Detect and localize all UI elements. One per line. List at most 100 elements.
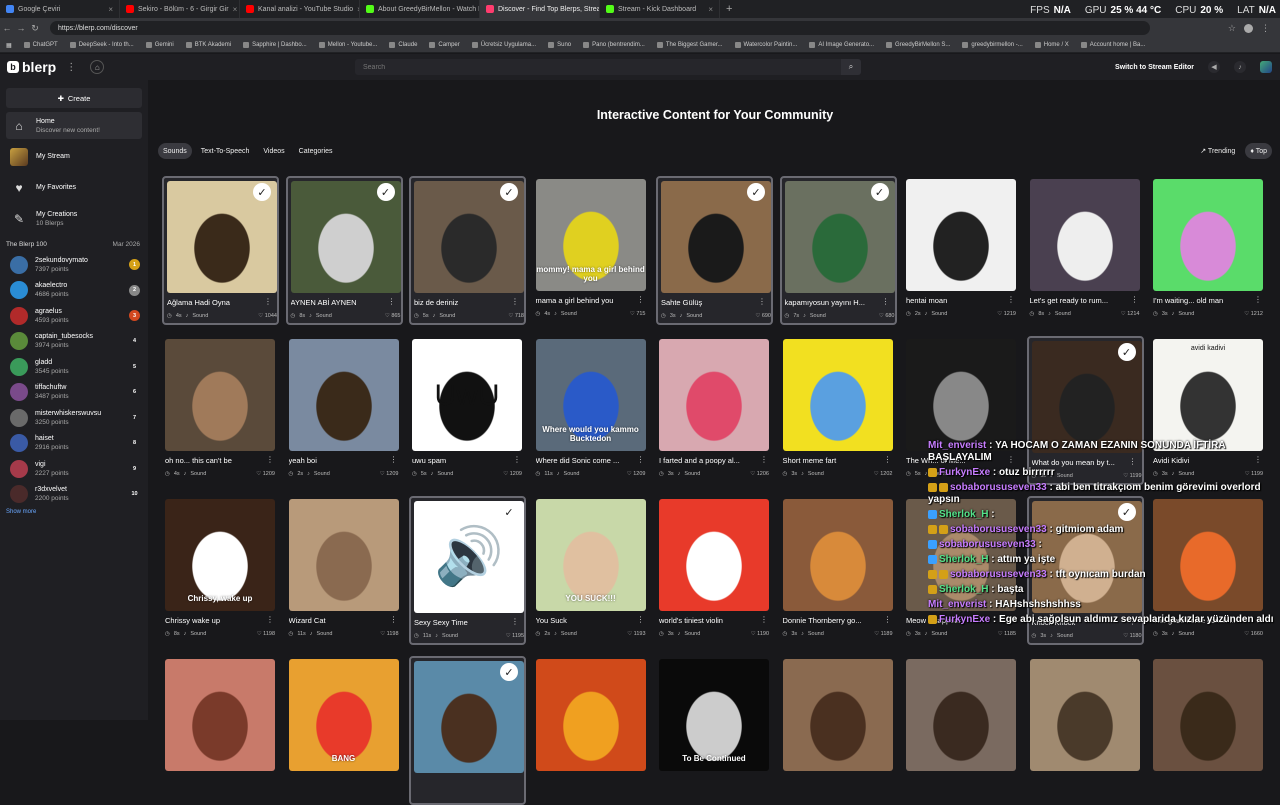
- bookmark-item[interactable]: AI Image Generato...: [803, 42, 880, 48]
- blerp-thumbnail[interactable]: [535, 659, 646, 771]
- leaderboard-row[interactable]: misterwhiskerswuvsu 3250 points 7: [0, 405, 148, 431]
- bell-icon[interactable]: ♪: [1234, 61, 1246, 73]
- card-menu-icon[interactable]: ⋮: [390, 455, 398, 464]
- blerp-card[interactable]: Where would you kammo Bucktedon Where did…: [533, 336, 650, 485]
- blerp-card[interactable]: ✓ Ağlama Hadi Oyna ⋮ ◷ 4s ♪ Sound ♡ 1044: [162, 176, 279, 325]
- blerp-thumbnail[interactable]: YOU SUCK!!!: [535, 499, 646, 611]
- filter-tab[interactable]: Videos: [258, 143, 289, 159]
- leaderboard-row[interactable]: gladd 3545 points 5: [0, 354, 148, 380]
- blerp-thumbnail[interactable]: [906, 339, 1016, 451]
- card-menu-icon[interactable]: ⋮: [1131, 295, 1139, 304]
- blerp-card[interactable]: Short meme fart ⋮ ◷ 3s ♪ Sound ♡ 1202: [780, 336, 897, 485]
- blerp-card[interactable]: YOU SUCK!!! You Suck ⋮ ◷ 2s ♪ Sound ♡ 1193: [533, 496, 650, 645]
- blerp-card[interactable]: Donnie Thornberry go... ⋮ ◷ 3s ♪ Sound ♡ 1189: [780, 496, 897, 645]
- browser-tab[interactable]: Kanal analizi - YouTube Studio×: [240, 0, 360, 18]
- blerp-card[interactable]: [162, 656, 279, 805]
- bookmark-item[interactable]: Camper: [423, 42, 465, 48]
- leaderboard-row[interactable]: vigi 2227 points 9: [0, 456, 148, 482]
- bookmark-item[interactable]: ChatGPT: [18, 42, 64, 48]
- home-icon[interactable]: ⌂: [90, 60, 105, 74]
- blerp-thumbnail[interactable]: [782, 659, 893, 771]
- blerp-thumbnail[interactable]: [906, 179, 1016, 291]
- reload-icon[interactable]: ↻: [28, 23, 42, 34]
- blerp-card[interactable]: ✓ Sahte Gülüş ⋮ ◷ 3s ♪ Sound ♡ 690: [656, 176, 773, 325]
- browser-menu-icon[interactable]: ⋮: [1261, 23, 1270, 34]
- selected-check-icon[interactable]: ✓: [870, 183, 889, 201]
- card-menu-icon[interactable]: ⋮: [758, 297, 766, 306]
- card-menu-icon[interactable]: ⋮: [511, 617, 519, 626]
- new-tab-button[interactable]: +: [726, 3, 732, 15]
- search-input[interactable]: [355, 63, 841, 71]
- card-menu-icon[interactable]: ⋮: [884, 615, 892, 624]
- profile-icon[interactable]: [1244, 23, 1253, 33]
- selected-check-icon[interactable]: ✓: [253, 183, 271, 201]
- card-menu-icon[interactable]: ⋮: [637, 455, 645, 464]
- card-menu-icon[interactable]: ⋮: [513, 455, 521, 464]
- bookmark-item[interactable]: Pano (bentrendim...: [577, 42, 651, 48]
- bookmark-star-icon[interactable]: ☆: [1228, 23, 1236, 34]
- bookmark-item[interactable]: The Biggest Gamer...: [651, 42, 729, 48]
- blerp-card[interactable]: UwU uwu spam ⋮ ◷ 5s ♪ Sound ♡ 1209: [409, 336, 526, 485]
- card-menu-icon[interactable]: ⋮: [266, 455, 274, 464]
- blerp-card[interactable]: oh no... this can't be ⋮ ◷ 4s ♪ Sound ♡ 1209: [162, 336, 279, 485]
- sidebar-item[interactable]: ♥ My Favorites: [6, 174, 142, 201]
- forward-icon[interactable]: →: [14, 23, 28, 33]
- bookmark-item[interactable]: Ücretsiz Uygulama...: [466, 42, 542, 48]
- card-menu-icon[interactable]: ⋮: [264, 297, 272, 306]
- card-menu-icon[interactable]: ⋮: [760, 455, 768, 464]
- selected-check-icon[interactable]: ✓: [500, 183, 518, 201]
- volume-icon[interactable]: ◀: [1208, 61, 1220, 73]
- blerp-card[interactable]: Chrissy, wake up Chrissy wake up ⋮ ◷ 8s ♪ Soun…: [162, 496, 279, 645]
- bookmark-item[interactable]: DeepSeek - Into th...: [64, 42, 140, 48]
- card-menu-icon[interactable]: ⋮: [390, 615, 398, 624]
- leaderboard-row[interactable]: akaelectro 4686 points 2: [0, 278, 148, 304]
- blerp-thumbnail[interactable]: mommy! mama a girl behind you: [535, 179, 646, 291]
- leaderboard-row[interactable]: 2sekundovymato 7397 points 1: [0, 252, 148, 278]
- blerp-card[interactable]: [533, 656, 650, 805]
- leaderboard-row[interactable]: captain_tubesocks 3974 points 4: [0, 329, 148, 355]
- sort-option[interactable]: ♦ Top: [1245, 143, 1272, 159]
- blerp-logo[interactable]: b blerp: [7, 59, 56, 75]
- create-button[interactable]: ✚ Create: [6, 88, 142, 108]
- blerp-thumbnail[interactable]: [782, 339, 893, 451]
- blerp-card[interactable]: ✓ AYNEN ABİ AYNEN ⋮ ◷ 8s ♪ Sound ♡ 865: [285, 176, 403, 325]
- blerp-card[interactable]: ✓ biz de deriniz ⋮ ◷ 5s ♪ Sound ♡ 718: [409, 176, 526, 325]
- blerp-thumbnail[interactable]: [165, 339, 275, 451]
- blerp-card[interactable]: 🔊 ✓ Sexy Sexy Time ⋮ ◷ 11s ♪ Sound ♡ 1195: [409, 496, 526, 645]
- search-icon[interactable]: ⌕: [841, 59, 861, 75]
- filter-tab[interactable]: Text-To-Speech: [196, 143, 255, 159]
- card-menu-icon[interactable]: ⋮: [388, 297, 396, 306]
- bookmark-item[interactable]: Account home | Ba...: [1075, 42, 1152, 48]
- card-menu-icon[interactable]: ⋮: [882, 297, 890, 306]
- blerp-card[interactable]: world's tiniest violin ⋮ ◷ 3s ♪ Sound ♡ 1190: [656, 496, 773, 645]
- card-menu-icon[interactable]: ⋮: [884, 455, 892, 464]
- apps-grid-icon[interactable]: ▦: [0, 42, 18, 49]
- blerp-card[interactable]: To Be Continued: [656, 656, 773, 805]
- blerp-thumbnail[interactable]: UwU: [412, 339, 522, 451]
- blerp-thumbnail[interactable]: [659, 339, 769, 451]
- card-menu-icon[interactable]: ⋮: [1254, 295, 1262, 304]
- blerp-card[interactable]: [780, 656, 897, 805]
- app-menu-icon[interactable]: ⋮: [66, 62, 76, 73]
- tab-close-icon[interactable]: ×: [708, 5, 713, 14]
- selected-check-icon[interactable]: ✓: [500, 503, 518, 521]
- tab-close-icon[interactable]: ×: [233, 5, 238, 14]
- filter-tab[interactable]: Sounds: [158, 143, 192, 159]
- blerp-thumbnail[interactable]: [782, 499, 893, 611]
- sidebar-item[interactable]: My Stream: [6, 143, 142, 170]
- bookmark-item[interactable]: GreedyBirMellon S...: [880, 42, 956, 48]
- blerp-thumbnail[interactable]: Chrissy, wake up: [165, 499, 275, 611]
- bookmark-item[interactable]: Mellon - Youtube...: [313, 42, 384, 48]
- sidebar-item[interactable]: ✎ My Creations 10 Blerps: [6, 205, 142, 232]
- bookmark-item[interactable]: Claude: [383, 42, 423, 48]
- blerp-thumbnail[interactable]: [165, 659, 275, 771]
- blerp-card[interactable]: BANG: [286, 656, 403, 805]
- user-avatar[interactable]: [1260, 61, 1272, 73]
- card-menu-icon[interactable]: ⋮: [637, 615, 645, 624]
- leaderboard-row[interactable]: tiffachuftw 3487 points 6: [0, 380, 148, 406]
- blerp-card[interactable]: Let's get ready to rum... ⋮ ◷ 8s ♪ Sound ♡ 121…: [1027, 176, 1144, 325]
- blerp-thumbnail[interactable]: BANG: [288, 659, 399, 771]
- card-menu-icon[interactable]: ⋮: [511, 297, 519, 306]
- selected-check-icon[interactable]: ✓: [1117, 343, 1136, 361]
- filter-tab[interactable]: Categories: [294, 143, 338, 159]
